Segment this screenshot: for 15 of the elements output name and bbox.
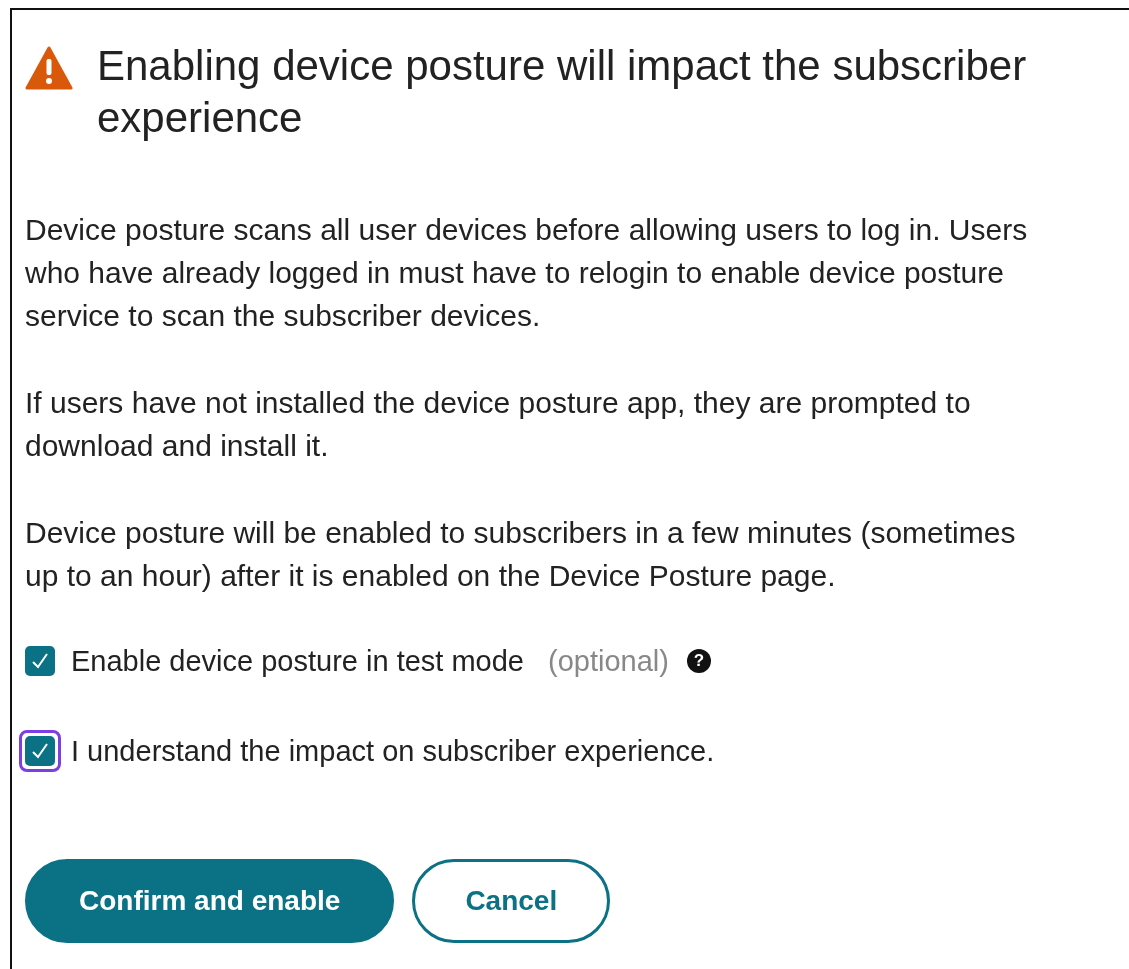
description-paragraph: Device posture scans all user devices before allowing users to log in. Users who have already logged in must have to relogin to enable device posture service to scan the subscriber devices.: [25, 212, 1029, 334]
checkbox[interactable]: [25, 646, 55, 676]
description-paragraph: Device posture will be enabled to subscribers in a few minutes (sometimes up to an hour) after it is enabled on the Device Posture page.: [25, 515, 1017, 594]
cancel-button[interactable]: Cancel: [412, 859, 611, 943]
check-icon: [30, 651, 50, 671]
check-icon: [30, 741, 50, 761]
warning-icon: [25, 46, 73, 90]
checkbox[interactable]: [25, 736, 55, 766]
checkbox-label[interactable]: I understand the impact on subscriber experience.: [71, 734, 715, 768]
description-paragraph: If users have not installed the device posture app, they are prompted to download and install it.: [25, 385, 972, 464]
optional-note: (optional): [548, 644, 669, 678]
help-icon[interactable]: ?: [686, 649, 711, 673]
checkbox-label[interactable]: Enable device posture in test mode: [71, 644, 524, 678]
dialog-title: Enabling device posture will impact the subscriber experience: [97, 41, 1028, 143]
confirm-button[interactable]: Confirm and enable: [25, 859, 395, 943]
